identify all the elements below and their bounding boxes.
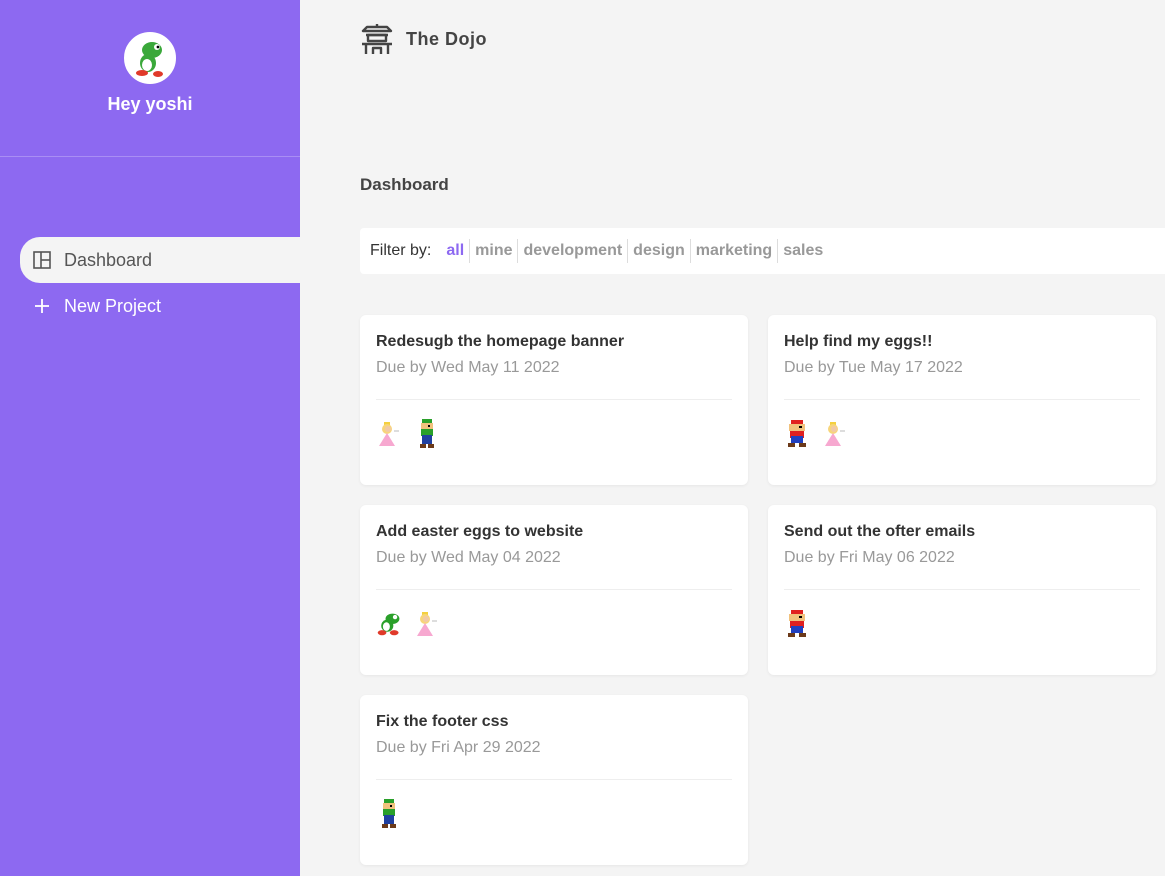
assigned-users [376,418,732,450]
brand-name: The Dojo [406,28,487,49]
project-title: Send out the ofter emails [784,523,976,540]
filter-marketing[interactable]: marketing [691,239,779,263]
project-due-date: Due by Fri Apr 29 2022 [376,739,541,756]
sidebar: Hey yoshi Dashboard New Project [0,0,300,876]
sidebar-nav: Dashboard New Project [20,237,300,329]
assigned-users [784,608,1140,640]
user-panel: Hey yoshi [0,0,300,157]
yoshi-avatar-icon [136,42,163,77]
project-due-date: Due by Wed May 11 2022 [376,359,560,376]
card-divider [376,779,732,780]
project-title: Redesugb the homepage banner [376,333,625,350]
topbar: The Dojo [360,22,487,56]
main-content: The Dojo Dashboard Filter by: all mine d… [300,0,1165,876]
project-card[interactable]: Add easter eggs to website Due by Wed May… [360,505,748,675]
project-due-date: Due by Wed May 04 2022 [376,549,561,566]
filter-mine[interactable]: mine [470,239,519,263]
filter-development[interactable]: development [518,239,629,263]
nav-label-new-project: New Project [64,295,162,316]
nav-item-dashboard[interactable]: Dashboard [20,237,300,283]
card-divider [784,399,1140,400]
mario-avatar-icon [784,608,810,640]
project-card[interactable]: Send out the ofter emails Due by Fri May … [768,505,1156,675]
project-card[interactable]: Redesugb the homepage banner Due by Wed M… [360,315,748,485]
nav-item-new-project[interactable]: New Project [20,283,300,329]
peach-avatar-icon [414,608,440,640]
project-title: Add easter eggs to website [376,523,584,540]
temple-icon [361,24,393,54]
card-divider [784,589,1140,590]
peach-avatar-icon [376,418,402,450]
filter-label: Filter by: [370,242,432,259]
assigned-users [376,608,732,640]
project-due-date: Due by Tue May 17 2022 [784,359,963,376]
project-card[interactable]: Help find my eggs!! Due by Tue May 17 202… [768,315,1156,485]
yoshi-avatar-icon [376,608,402,640]
user-avatar[interactable] [124,32,176,84]
nav-label-dashboard: Dashboard [64,249,153,270]
card-divider [376,399,732,400]
filter-all[interactable]: all [441,239,471,263]
project-title: Help find my eggs!! [784,333,933,350]
luigi-avatar-icon [376,798,402,830]
filter-sales[interactable]: sales [778,239,828,263]
assigned-users [376,798,732,830]
assigned-users [784,418,1140,450]
luigi-avatar-icon [414,418,440,450]
plus-icon [32,296,52,316]
user-greeting: Hey yoshi [107,94,193,114]
card-divider [376,589,732,590]
filter-design[interactable]: design [628,239,691,263]
peach-avatar-icon [822,418,848,450]
dashboard-icon [32,250,52,270]
project-filter: Filter by: all mine development design m… [360,228,1165,274]
project-card[interactable]: Fix the footer css Due by Fri Apr 29 2022 [360,695,748,865]
page-title: Dashboard [360,175,449,194]
project-title: Fix the footer css [376,713,509,730]
project-due-date: Due by Fri May 06 2022 [784,549,955,566]
mario-avatar-icon [784,418,810,450]
